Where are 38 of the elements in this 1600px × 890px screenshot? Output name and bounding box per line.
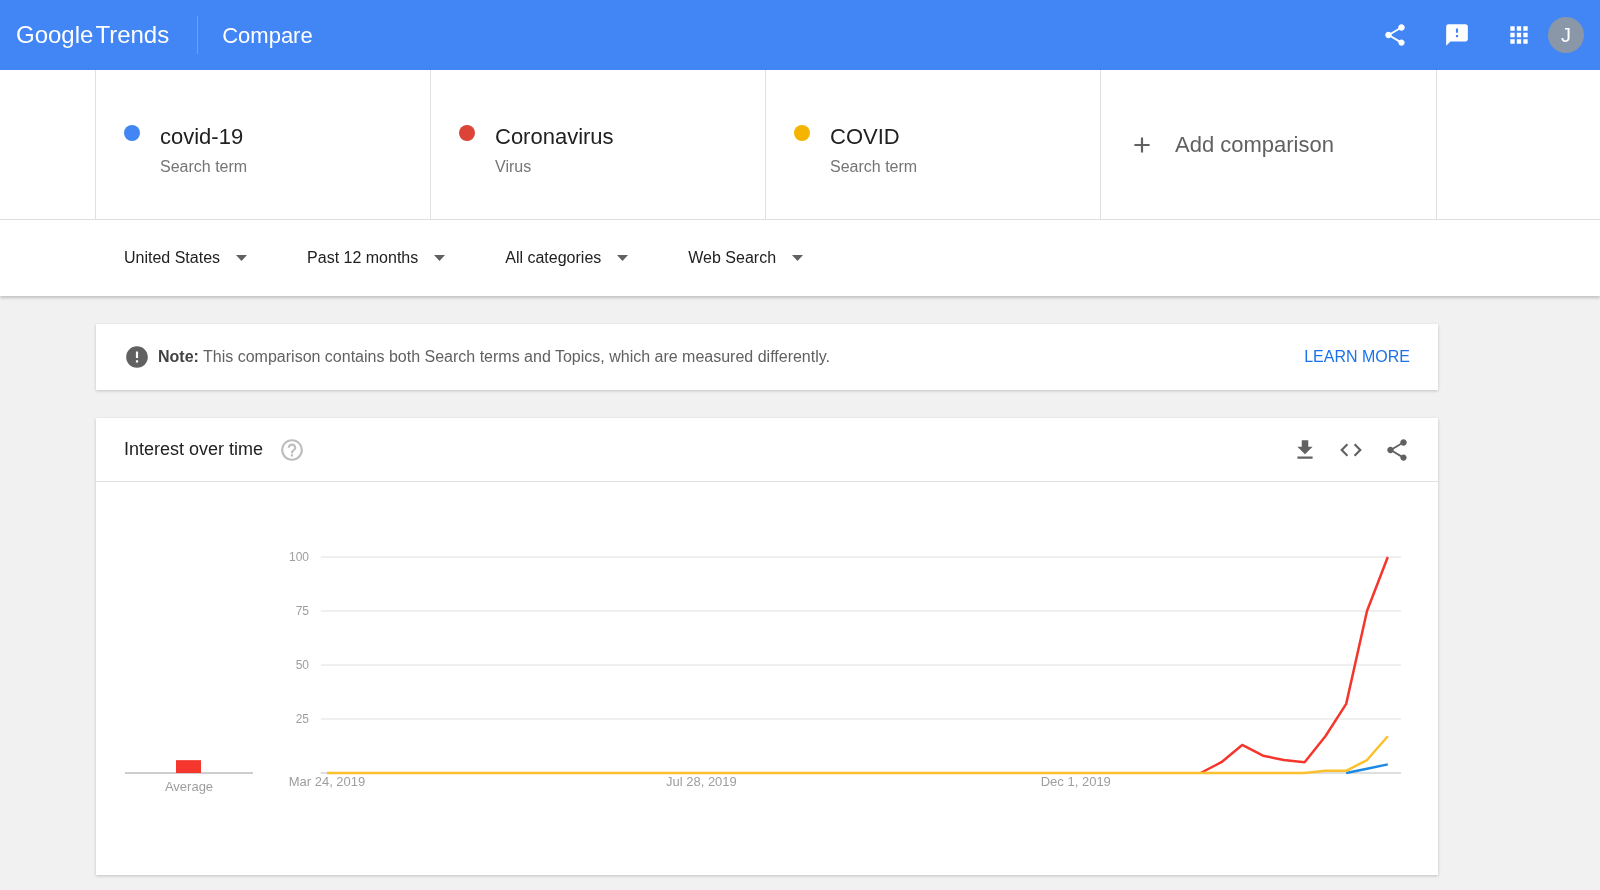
term-card[interactable]: covid-19 Search term: [96, 70, 431, 219]
y-tick-label: 50: [295, 658, 309, 672]
filter-dropdown[interactable]: Web Search: [688, 246, 804, 270]
share-icon[interactable]: [1384, 436, 1410, 463]
note-text: Note: This comparison contains both Search terms and Topics, which are measured differently.: [158, 347, 831, 367]
average-label: Average: [164, 779, 214, 794]
share-icon[interactable]: [1382, 22, 1408, 48]
learn-more-link[interactable]: LEARN MORE: [1304, 345, 1410, 369]
y-tick-label: 75: [295, 604, 309, 618]
term-card[interactable]: COVID Search term: [766, 70, 1101, 219]
term-type: Search term: [160, 157, 248, 177]
caret-icon: [617, 255, 629, 261]
average-bar: [176, 760, 201, 773]
term-type: Virus: [495, 157, 533, 177]
filter-dropdown[interactable]: United States: [124, 246, 248, 270]
term-type: Search term: [830, 157, 918, 177]
feedback-icon[interactable]: [1444, 22, 1470, 48]
term-card[interactable]: Coronavirus Virus: [431, 70, 766, 219]
term-name: COVID: [830, 123, 901, 151]
x-tick-label: Dec 1, 2019: [1040, 774, 1111, 789]
filter-dropdown[interactable]: Past 12 months: [307, 246, 446, 270]
term-name: Coronavirus: [495, 123, 614, 151]
x-tick-label: Mar 24, 2019: [288, 774, 366, 789]
add-comparison-button[interactable]: Add comparison: [1101, 70, 1437, 219]
caret-icon: [792, 255, 804, 261]
y-tick-label: 25: [295, 712, 309, 726]
page-title: Compare: [222, 21, 313, 50]
help-icon[interactable]: [279, 436, 306, 463]
caret-icon: [236, 255, 248, 261]
filter-dropdown[interactable]: All categories: [505, 246, 629, 270]
caret-icon: [434, 255, 446, 261]
y-tick-label: 100: [288, 550, 309, 564]
term-name: covid-19: [160, 123, 245, 151]
logo-product: Trends: [95, 20, 170, 50]
card-title: Interest over time: [124, 438, 264, 461]
logo-brand: Google: [16, 20, 94, 50]
x-tick-label: Jul 28, 2019: [666, 774, 737, 789]
alert-icon: [124, 344, 150, 370]
